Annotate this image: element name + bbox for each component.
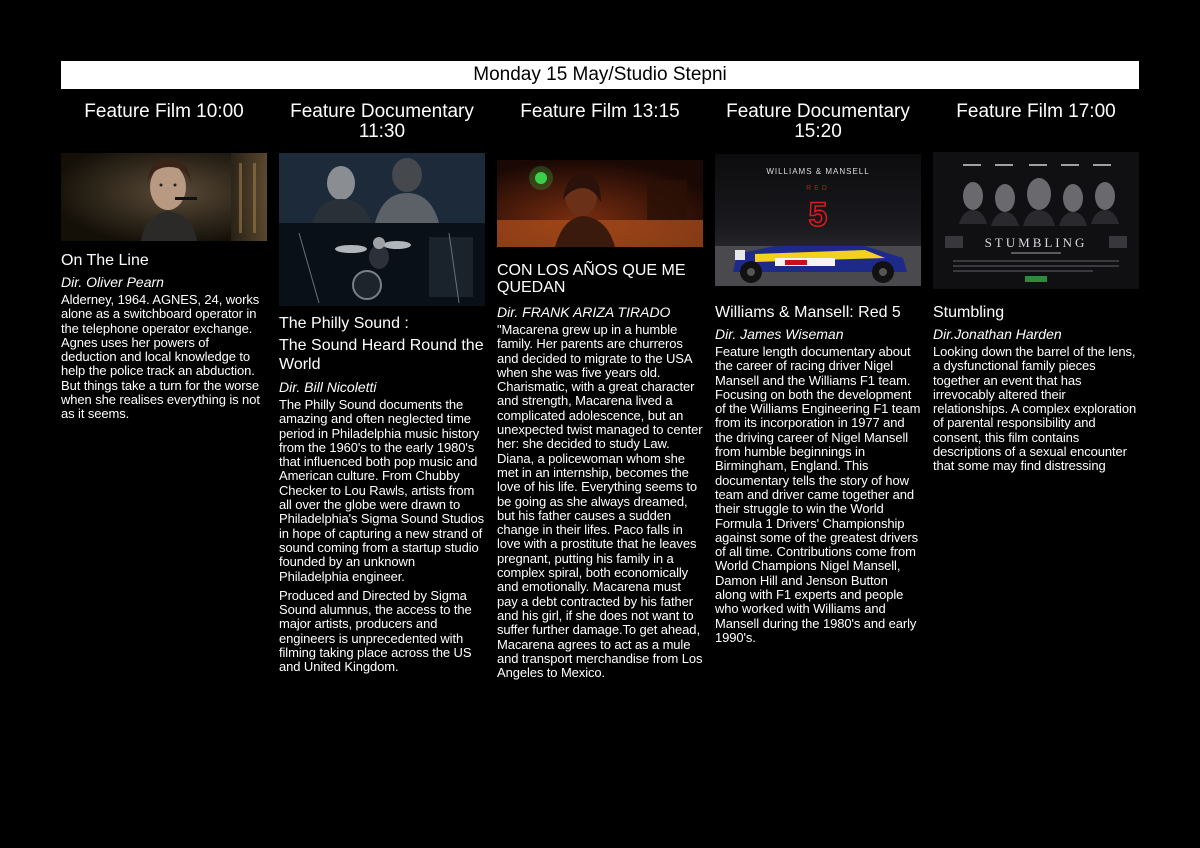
film-info: CON LOS AÑOS QUE ME QUEDAN Dir. FRANK AR… bbox=[497, 262, 703, 680]
film-poster-stumbling: STUMBLING bbox=[933, 152, 1139, 289]
film-director: Dir. Oliver Pearn bbox=[61, 274, 164, 290]
film-info: Stumbling Dir.Jonathan Harden Looking do… bbox=[933, 303, 1139, 474]
film-director: Dir. James Wiseman bbox=[715, 326, 844, 342]
film-still-con-los-anos bbox=[497, 160, 703, 247]
schedule-header: Monday 15 May/Studio Stepni bbox=[61, 61, 1139, 89]
poster-title-text: WILLIAMS & MANSELL bbox=[766, 167, 869, 176]
film-director: Dir. Bill Nicoletti bbox=[279, 379, 377, 395]
poster-title-text: STUMBLING bbox=[985, 235, 1088, 250]
film-director: Dir. FRANK ARIZA TIRADO bbox=[497, 304, 671, 320]
film-description: Looking down the barrel of the lens, a d… bbox=[933, 344, 1137, 474]
film-info: The Philly Sound : The Sound Heard Round… bbox=[279, 314, 485, 675]
film-title: Stumbling bbox=[933, 304, 1005, 321]
film-description: "Macarena grew up in a humble family. He… bbox=[497, 322, 703, 681]
film-title: On The Line bbox=[61, 252, 149, 269]
film-info: Williams & Mansell: Red 5 Dir. James Wis… bbox=[715, 303, 921, 645]
poster-red-text: RED bbox=[806, 185, 830, 192]
film-poster-williams-mansell: WILLIAMS & MANSELL RED 5 bbox=[715, 154, 921, 286]
film-description: Alderney, 1964. AGNES, 24, works alone a… bbox=[61, 292, 260, 422]
film-title-line-1: The Philly Sound : bbox=[279, 315, 409, 332]
film-title: Williams & Mansell: Red 5 bbox=[715, 304, 901, 321]
poster-five-text: 5 bbox=[809, 196, 828, 234]
slot-label: Feature Film 10:00 bbox=[84, 101, 244, 122]
film-still-on-the-line bbox=[61, 153, 267, 241]
film-description: Feature length documentary about the car… bbox=[715, 344, 921, 645]
slot-label: Feature Film 17:00 bbox=[956, 101, 1116, 122]
film-title: CON LOS AÑOS QUE ME QUEDAN bbox=[497, 262, 686, 296]
slot-label: Feature Documentary 11:30 bbox=[290, 101, 474, 142]
film-title-line-2: The Sound Heard Round the World bbox=[279, 337, 484, 373]
slot-label: Feature Documentary 15:20 bbox=[726, 101, 910, 142]
film-description: The Philly Sound documents the amazing a… bbox=[279, 397, 485, 584]
film-description-2: Produced and Directed by Sigma Sound alu… bbox=[279, 587, 472, 675]
film-info: On The Line Dir. Oliver Pearn Alderney, … bbox=[61, 251, 267, 422]
film-director: Dir.Jonathan Harden bbox=[933, 326, 1062, 342]
slot-label: Feature Film 13:15 bbox=[520, 101, 680, 122]
film-still-the-philly-sound bbox=[279, 153, 485, 306]
